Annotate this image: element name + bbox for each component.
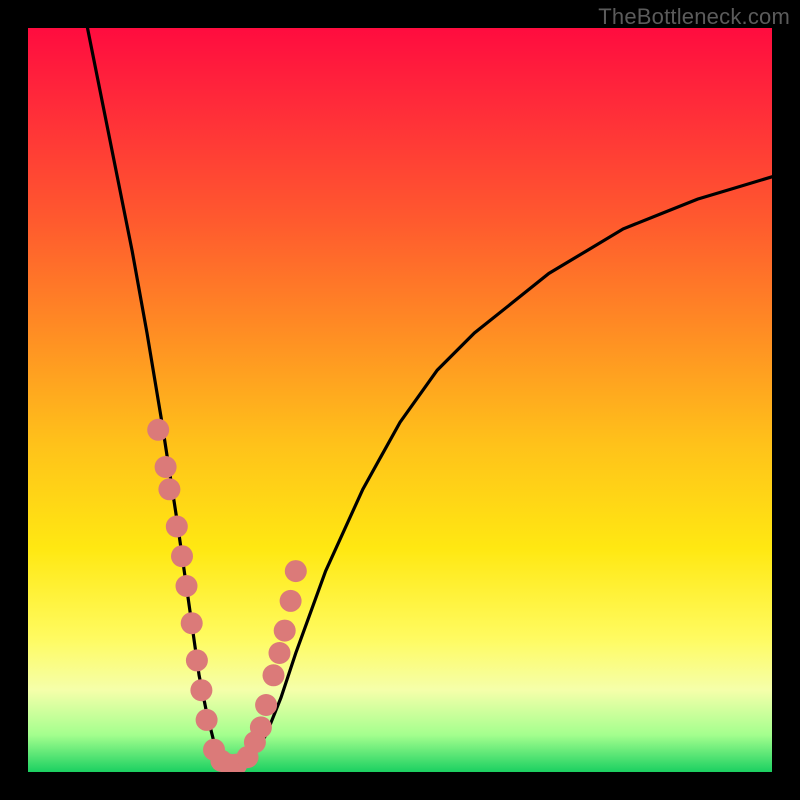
dot <box>285 560 307 582</box>
dot <box>274 620 296 642</box>
dot <box>196 709 218 731</box>
dot <box>190 679 212 701</box>
highlight-dots <box>147 419 307 772</box>
watermark-text: TheBottleneck.com <box>598 4 790 30</box>
dot <box>181 612 203 634</box>
chart-plot-area <box>28 28 772 772</box>
chart-svg <box>28 28 772 772</box>
dot <box>250 716 272 738</box>
dot <box>166 516 188 538</box>
dot <box>263 664 285 686</box>
dot <box>176 575 198 597</box>
chart-frame: TheBottleneck.com <box>0 0 800 800</box>
dot <box>280 590 302 612</box>
dot <box>171 545 193 567</box>
dot <box>186 649 208 671</box>
dot <box>147 419 169 441</box>
dot <box>158 478 180 500</box>
dot <box>155 456 177 478</box>
dot <box>269 642 291 664</box>
dot <box>255 694 277 716</box>
